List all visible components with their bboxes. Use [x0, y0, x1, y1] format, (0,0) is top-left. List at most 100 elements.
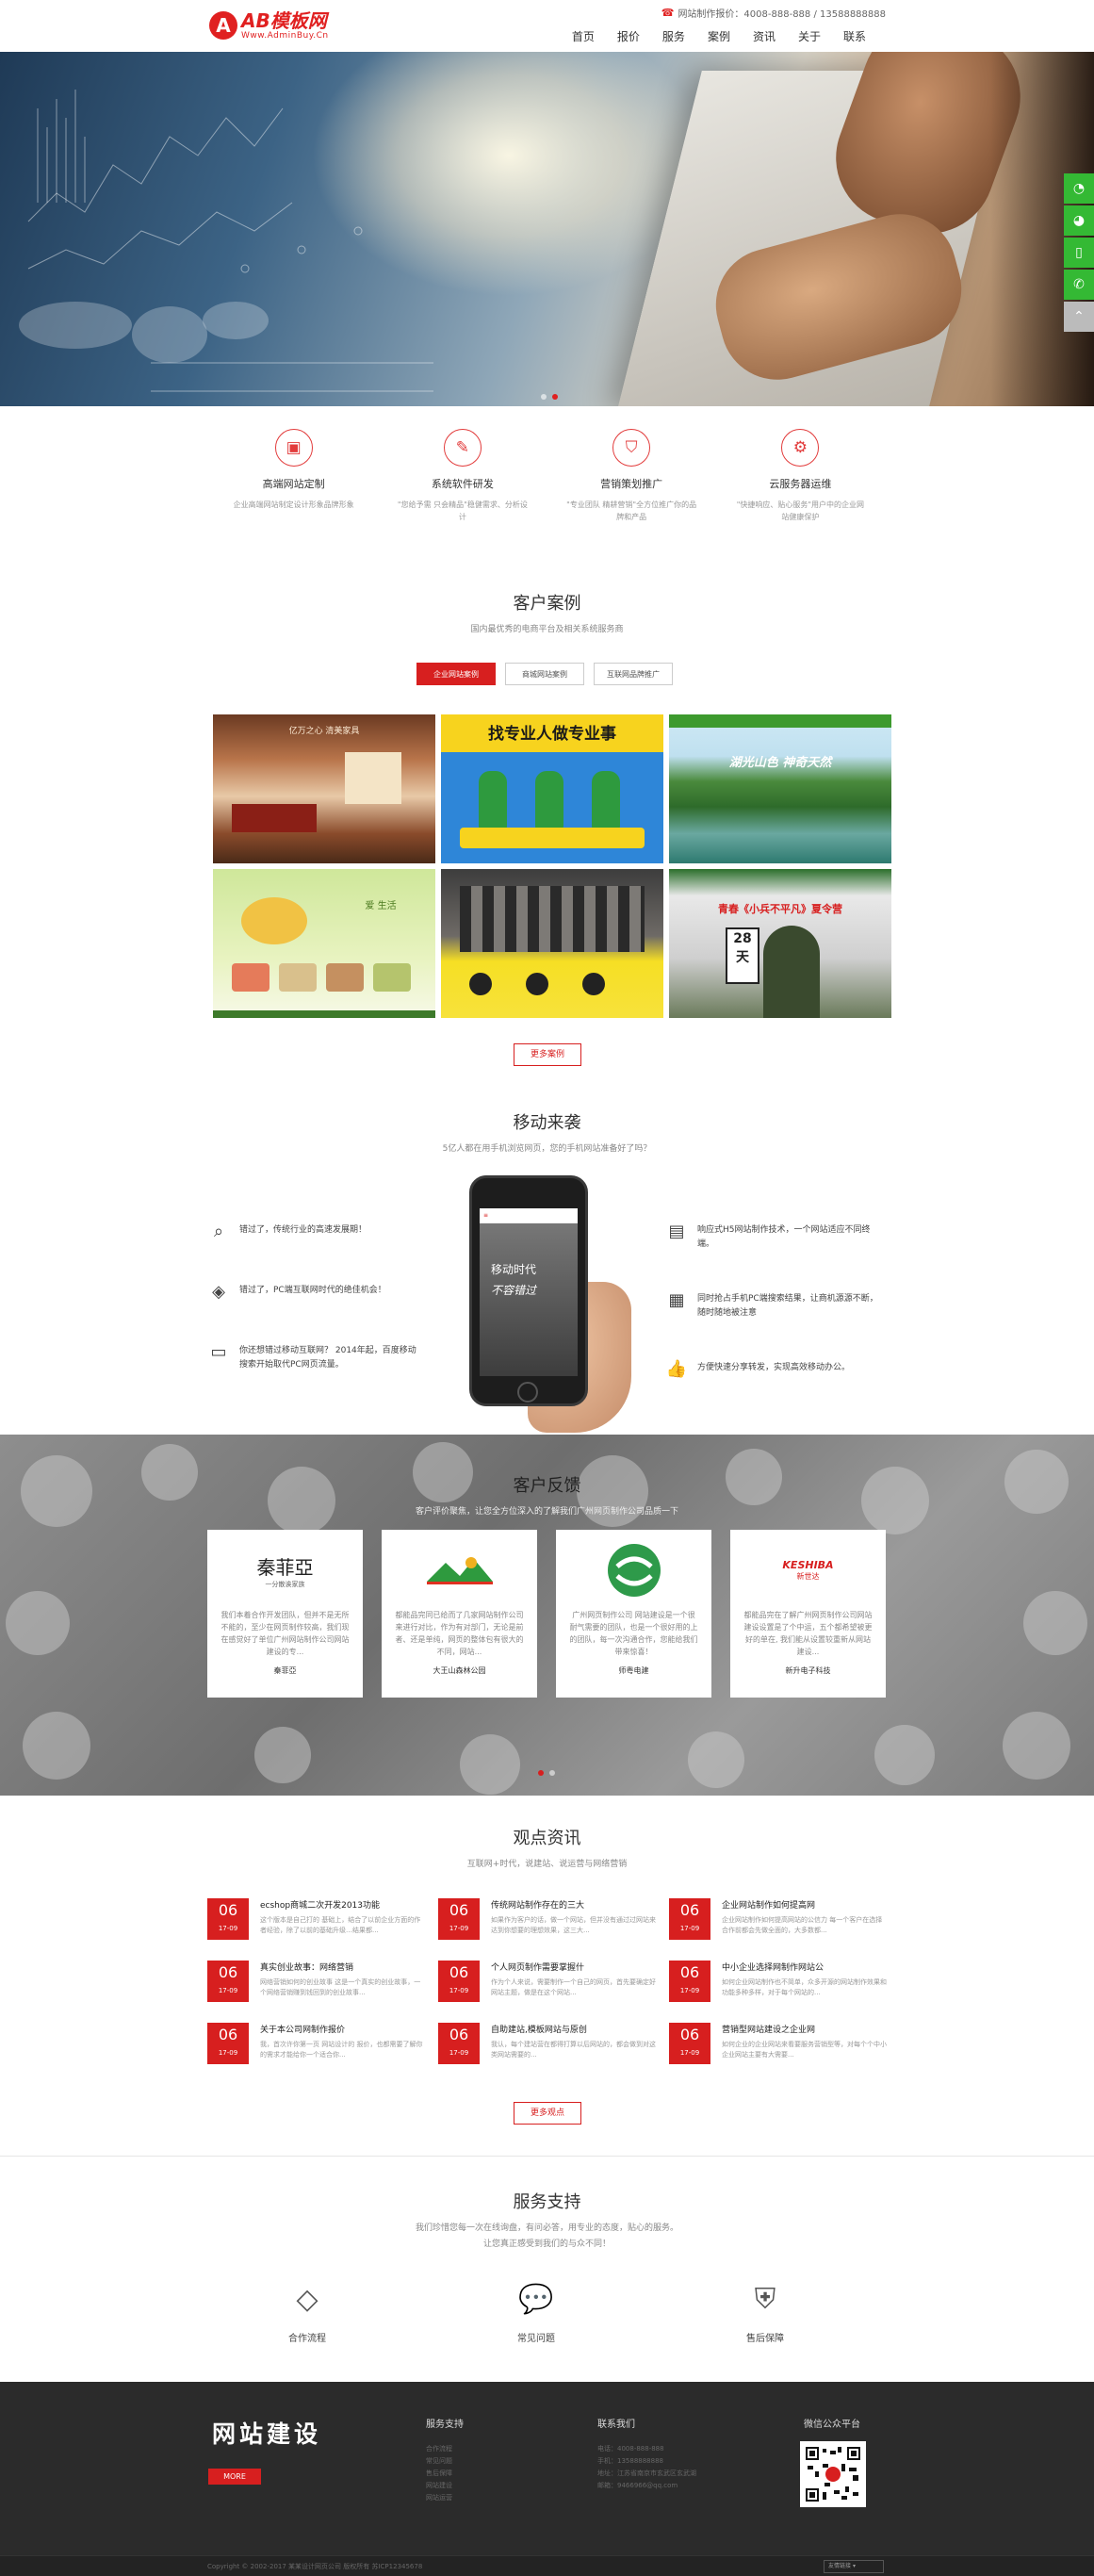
feedback-card[interactable]: 秦菲亞 一分散诶家族 我们本着合作开发团队，但并不是无所不能的，至少在网页制作较…: [207, 1530, 363, 1698]
hotline-text: 网站制作报价：4008-888-888 / 13588888888: [678, 9, 886, 20]
nav-price[interactable]: 报价: [606, 28, 651, 45]
thumb-icon: 👍: [665, 1359, 688, 1379]
news-date: 06 17-09: [438, 1898, 480, 1940]
qq-icon[interactable]: ◔: [1064, 173, 1094, 204]
phone-icon[interactable]: ✆: [1064, 270, 1094, 300]
footer-link[interactable]: 网站运营: [426, 2492, 464, 2504]
news-month: 17-09: [449, 2049, 469, 2057]
footer-contact: 电话：4008-888-888: [597, 2445, 664, 2453]
mobile-point-text: 你还想错过移动互联网？ 2014年起，百度移动搜索开始取代PC网页流量。: [239, 1346, 416, 1370]
feedback-card[interactable]: KESHIBA 新世达 都能品完在了解广州网页制作公司网站建设设置是了个中运，五…: [730, 1530, 886, 1698]
news-date: 06 17-09: [207, 2023, 249, 2064]
news-day: 06: [679, 1901, 700, 1919]
nav-about[interactable]: 关于: [787, 28, 832, 45]
pager-dot[interactable]: [549, 1770, 555, 1776]
news-month: 17-09: [679, 1925, 700, 1932]
feedback-text: 都能品完同已给而了几家网站制作公司来进行对比，作为有对部门，无论是前者、还是单纯…: [395, 1611, 524, 1656]
nav-contact[interactable]: 联系: [832, 28, 877, 45]
pager-dot-active[interactable]: [538, 1770, 544, 1776]
news-day: 06: [679, 2026, 700, 2043]
support-item[interactable]: ◇ 合作流程: [251, 2279, 364, 2344]
news-date: 06 17-09: [207, 1961, 249, 2002]
news-item[interactable]: 06 17-09 营销型网站建设之企业网 如何企业的企业网站来看要服务营销型等，对每个…: [669, 2023, 888, 2064]
links-select[interactable]: 友情链接 ▾: [824, 2560, 884, 2573]
news-day: 06: [449, 2026, 469, 2043]
case-lake[interactable]: 湖光山色 神奇天然: [669, 714, 891, 863]
logo[interactable]: A AB模板网 Www.AdminBuy.Cn: [209, 9, 329, 41]
support-item[interactable]: ⛨ 售后保障: [709, 2279, 822, 2344]
nav-service[interactable]: 服务: [651, 28, 696, 45]
news-title[interactable]: 关于本公司网制作报价: [260, 2023, 426, 2035]
hero-banner[interactable]: [0, 52, 1094, 406]
news-item[interactable]: 06 17-09 自助建站,模板网站与原创我认，每个建站营在都得打算以后网站的，都会…: [438, 2023, 657, 2064]
pager-dot[interactable]: [541, 394, 547, 400]
footer-col-title: 微信公众平台: [804, 2420, 860, 2430]
footer-link[interactable]: 常见问题: [426, 2455, 464, 2468]
tab-enterprise[interactable]: 企业网站案例: [416, 663, 496, 685]
feedback-pager[interactable]: [538, 1770, 555, 1776]
tab-brand[interactable]: 互联网品牌推广: [594, 663, 673, 685]
screen-line-1: 移动时代: [491, 1263, 537, 1276]
footer-link[interactable]: 合作流程: [426, 2443, 464, 2455]
mobile-point: ▭ 你还想错过移动互联网？ 2014年起，百度移动搜索开始取代PC网页流量。: [207, 1341, 424, 1372]
case-caption: 爱 生活: [365, 901, 397, 911]
news-desc: 我，首次许你第一页 网站设计的 报价，也都需要了解你的需求才能给你一个适合你..…: [260, 2041, 423, 2059]
more-cases-button[interactable]: 更多案例: [514, 1043, 581, 1066]
nav-news[interactable]: 资讯: [742, 28, 787, 45]
news-item[interactable]: 06 17-09 ecshop商城二次开发2013功能 这个版本是自己打的 基础上，结…: [207, 1898, 426, 1940]
case-interior[interactable]: 亿万之心 清美家具: [213, 714, 435, 863]
case-tea[interactable]: 爱 生活: [213, 869, 435, 1018]
news-item[interactable]: 06 17-09 关于本公司网制作报价我，首次许你第一页 网站设计的 报价，也都需要…: [207, 2023, 426, 2064]
footer-link[interactable]: 网站建设: [426, 2480, 464, 2492]
news-title[interactable]: 中小企业选择网制作网站公: [722, 1961, 888, 1973]
nav-home[interactable]: 首页: [561, 28, 606, 45]
banner-pager[interactable]: [541, 394, 558, 400]
news-item[interactable]: 06 17-09 中小企业选择网制作网站公如何企业网站制作也不简单，众多开源的网站制…: [669, 1961, 888, 2002]
feedback-section: 客户反馈 客户评价聚焦，让您全方位深入的了解我们广州网页制作公司品质一下 秦菲亞…: [0, 1435, 1094, 1796]
cases-heading: 客户案例 国内最优秀的电商平台及相关系统服务商: [0, 590, 1094, 634]
search-icon: ⌕: [213, 1222, 224, 1241]
mobile-point-text: 错过了，PC端互联网时代的绝佳机会！: [239, 1286, 386, 1295]
news-desc: 我认，每个建站营在都得打算以后网站的，都会做到对这类网站需要的...: [491, 2041, 656, 2059]
news-title[interactable]: ecshop商城二次开发2013功能: [260, 1898, 426, 1911]
news-title[interactable]: 传统网站制作存在的三大: [491, 1898, 657, 1911]
news-date: 06 17-09: [669, 1961, 710, 2002]
qq-icon-2[interactable]: ◕: [1064, 205, 1094, 236]
qr-code: [800, 2441, 866, 2507]
service-item[interactable]: ✎ 系统软件研发 "您给予需 只会精品"稳健需求、分析设计: [378, 429, 547, 542]
news-title[interactable]: 营销型网站建设之企业网: [722, 2023, 888, 2035]
news-month: 17-09: [449, 1925, 469, 1932]
news-item[interactable]: 06 17-09 个人网页制作需要掌握什 作为个人来说，需要制作一个自己的网页，首先要…: [438, 1961, 657, 2002]
website-icon: ▣: [274, 429, 313, 467]
news-title[interactable]: 个人网页制作需要掌握什: [491, 1961, 657, 1973]
news-title[interactable]: 真实创业故事：网络营销: [260, 1961, 426, 1973]
feedback-card[interactable]: 广州网页制作公司 网站建设是一个很耐气需要的团队，也是一个很好用的上的团队，每一…: [556, 1530, 711, 1698]
feedback-card[interactable]: 都能品完同已给而了几家网站制作公司来进行对比，作为有对部门，无论是前者、还是单纯…: [382, 1530, 537, 1698]
service-item[interactable]: ⛉ 营销策划推广 "专业团队 精耕营销"全方位推广你的品牌和产品: [547, 429, 716, 542]
news-item[interactable]: 06 17-09 真实创业故事：网络营销 网络营销如何的创业故事 这是一个真实的创业故…: [207, 1961, 426, 2002]
news-title[interactable]: 自助建站,模板网站与原创: [491, 2023, 657, 2035]
footer-col-title: 联系我们: [597, 2420, 635, 2430]
news-title[interactable]: 企业网站制作如何提高网: [722, 1898, 888, 1911]
service-item[interactable]: ⚙ 云服务器运维 "快捷响应、贴心服务"用户中的企业网站健康保护: [716, 429, 885, 542]
nav-cases[interactable]: 案例: [696, 28, 742, 45]
news-item[interactable]: 06 17-09 企业网站制作如何提高网 企业网站制作如何提高网站的公信力 每一个客户…: [669, 1898, 888, 1940]
case-store[interactable]: [441, 869, 663, 1018]
section-title: 客户反馈: [513, 1476, 581, 1496]
service-item[interactable]: ▣ 高端网站定制 企业高端网站制定设计形象品牌形象: [209, 429, 378, 542]
back-to-top-icon[interactable]: ⌃: [1064, 302, 1094, 332]
news-desc: 如何企业网站制作也不简单，众多开源的网站制作效果和功能多种多样，对于每个网站的.…: [722, 1978, 887, 1996]
news-item[interactable]: 06 17-09 传统网站制作存在的三大 如果作为客户的话，做一个网站，但并没有通过过…: [438, 1898, 657, 1940]
news-month: 17-09: [679, 1987, 700, 1994]
mobile-icon[interactable]: ▯: [1064, 238, 1094, 268]
support-item[interactable]: 💬 常见问题: [480, 2279, 593, 2344]
case-soldier[interactable]: 青春《小兵不平凡》夏令营 28天: [669, 869, 891, 1018]
footer-link[interactable]: 售后保障: [426, 2468, 464, 2480]
pager-dot-active[interactable]: [552, 394, 558, 400]
case-pro[interactable]: 找专业人做专业事: [441, 714, 663, 863]
tab-mall[interactable]: 商城网站案例: [505, 663, 584, 685]
more-news-button[interactable]: 更多观点: [514, 2102, 581, 2125]
feedback-text: 我们本着合作开发团队，但并不是无所不能的，至少在网页制作较高，我们现在感觉好了单…: [220, 1611, 350, 1656]
footer-more-button[interactable]: MORE: [208, 2469, 261, 2485]
service-title: 高端网站定制: [262, 478, 325, 490]
